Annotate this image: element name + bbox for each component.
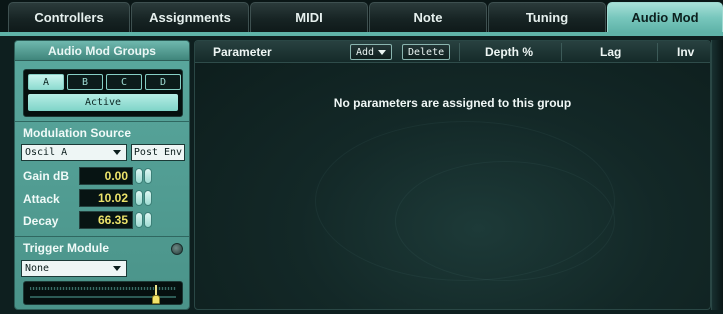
column-divider [657, 43, 658, 61]
modulation-source-title: Modulation Source [23, 126, 131, 140]
decay-label: Decay [23, 214, 59, 228]
trigger-led-icon[interactable] [171, 243, 183, 255]
trigger-threshold-slider[interactable] [23, 281, 183, 305]
column-parameter: Parameter [213, 45, 272, 59]
spin-down-icon[interactable] [135, 190, 143, 206]
trigger-module-value: None [25, 263, 50, 274]
spin-up-icon[interactable] [144, 212, 152, 228]
column-divider [561, 43, 562, 61]
audio-mod-groups-panel: Audio Mod Groups A B C D Active Modulati… [14, 40, 190, 310]
spin-down-icon[interactable] [135, 212, 143, 228]
gain-label: Gain dB [23, 169, 70, 183]
spin-up-icon[interactable] [144, 190, 152, 206]
divider [15, 121, 189, 122]
modulation-source-value: Oscil A [25, 147, 68, 158]
group-d-button[interactable]: D [145, 74, 181, 90]
spin-down-icon[interactable] [135, 168, 143, 184]
group-a-button[interactable]: A [28, 74, 64, 90]
column-inv: Inv [677, 45, 695, 59]
tab-tuning[interactable]: Tuning [488, 2, 606, 32]
spin-up-icon[interactable] [144, 168, 152, 184]
column-lag: Lag [600, 45, 622, 59]
trigger-module-dropdown[interactable]: None [21, 260, 127, 277]
decay-value-field[interactable]: 66.35 [79, 211, 133, 229]
table-header: Parameter Add Delete Depth % Lag Inv [195, 41, 710, 63]
attack-label: Attack [23, 192, 60, 206]
add-button[interactable]: Add [350, 44, 393, 60]
parameter-table-panel: Parameter Add Delete Depth % Lag Inv No … [194, 40, 711, 310]
divider [15, 236, 189, 237]
tab-audio-mod[interactable]: Audio Mod [607, 2, 723, 32]
gain-spinner[interactable] [135, 167, 153, 185]
tab-bar: Controllers Assignments MIDI Note Tuning… [0, 0, 723, 36]
decay-spinner[interactable] [135, 211, 153, 229]
tab-midi[interactable]: MIDI [250, 2, 368, 32]
chevron-down-icon [113, 150, 121, 155]
slider-handle[interactable] [151, 295, 160, 304]
chevron-down-icon [378, 49, 387, 55]
attack-value-field[interactable]: 10.02 [79, 189, 133, 207]
tab-assignments[interactable]: Assignments [131, 2, 249, 32]
groups-header: Audio Mod Groups [15, 41, 189, 61]
delete-button[interactable]: Delete [402, 44, 451, 60]
attack-spinner[interactable] [135, 189, 153, 207]
scrollbar[interactable] [711, 40, 723, 310]
post-env-button[interactable]: Post Env [131, 144, 185, 161]
group-active-toggle[interactable]: Active [28, 94, 178, 111]
column-divider [459, 43, 460, 61]
tab-note[interactable]: Note [369, 2, 487, 32]
tab-controllers[interactable]: Controllers [8, 2, 130, 32]
trigger-module-title: Trigger Module [23, 241, 110, 255]
group-c-button[interactable]: C [106, 74, 142, 90]
background-decoration [395, 161, 615, 281]
gain-value-field[interactable]: 0.00 [79, 167, 133, 185]
chevron-down-icon [113, 266, 121, 271]
tab-underline [0, 32, 723, 36]
group-selector: A B C D Active [23, 69, 183, 117]
group-b-button[interactable]: B [67, 74, 103, 90]
modulation-source-dropdown[interactable]: Oscil A [21, 144, 127, 161]
empty-state-message: No parameters are assigned to this group [333, 96, 572, 110]
add-button-label: Add [356, 46, 375, 58]
column-depth: Depth % [485, 45, 533, 59]
